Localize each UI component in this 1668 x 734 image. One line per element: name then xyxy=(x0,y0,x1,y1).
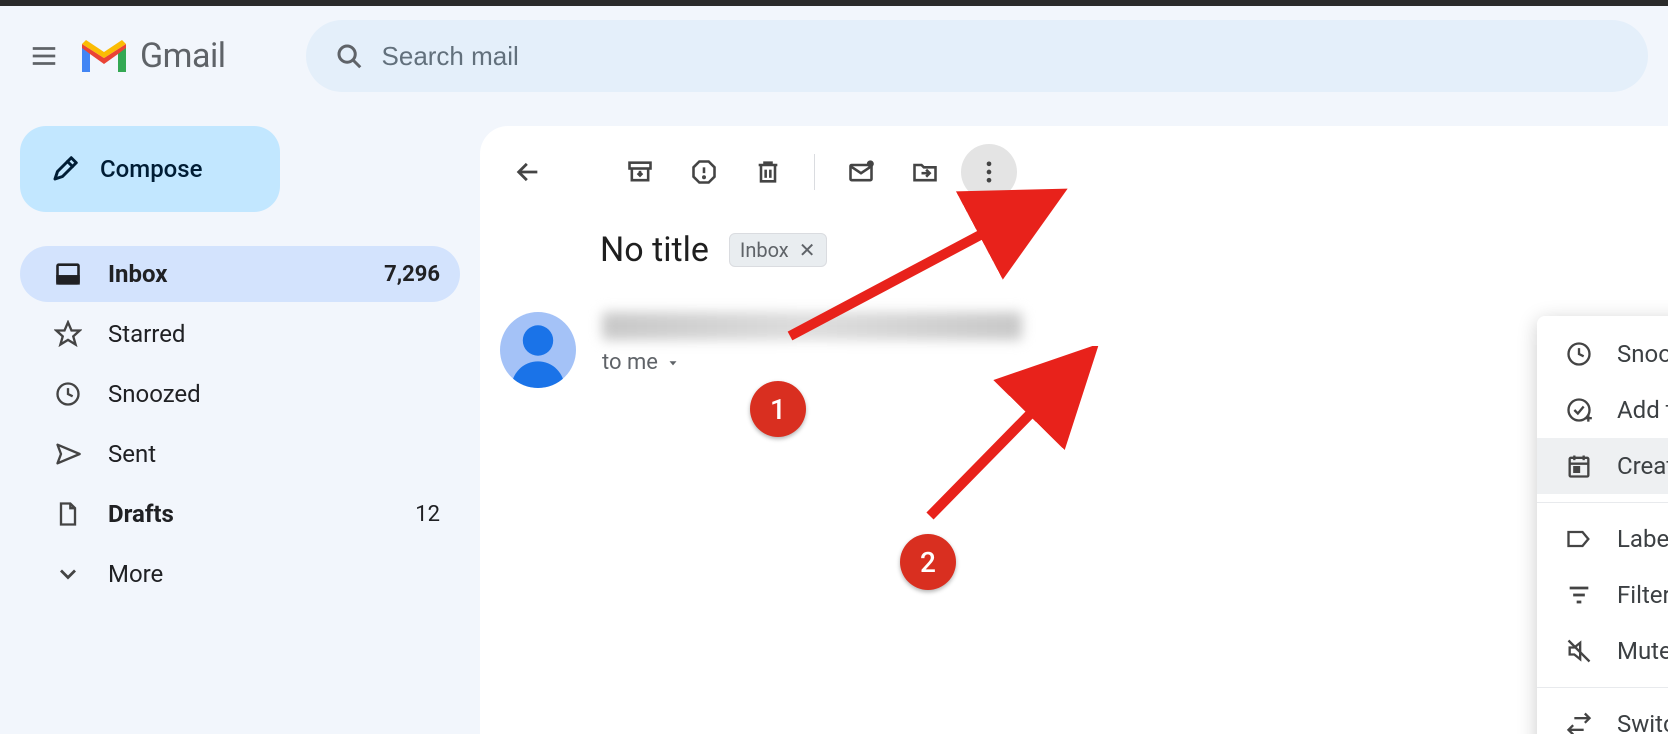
nav-label: Inbox xyxy=(108,260,358,288)
sender-redacted xyxy=(602,312,1022,340)
search-icon xyxy=(334,41,364,71)
nav-label: More xyxy=(108,560,440,588)
menu-item-label-as[interactable]: Label as ▶ xyxy=(1537,511,1668,567)
menu-label: Switch to advanced toolbar xyxy=(1617,710,1668,734)
hamburger-icon xyxy=(29,41,59,71)
nav-count: 12 xyxy=(415,502,440,527)
menu-separator xyxy=(1537,687,1668,688)
menu-item-create-event[interactable]: Create event xyxy=(1537,438,1668,494)
gmail-wordmark: Gmail xyxy=(140,36,226,76)
gmail-logo[interactable]: Gmail xyxy=(78,36,226,76)
menu-item-mute[interactable]: Mute xyxy=(1537,623,1668,679)
nav-label: Sent xyxy=(108,440,440,468)
search-input[interactable] xyxy=(382,41,1620,72)
delete-button[interactable] xyxy=(740,144,796,200)
menu-item-switch-toolbar[interactable]: Switch to advanced toolbar xyxy=(1537,696,1668,734)
sidebar-item-inbox[interactable]: Inbox 7,296 xyxy=(20,246,460,302)
message-header: to me xyxy=(480,282,1668,388)
more-dropdown: Snooze Add to Tasks Create event Label a… xyxy=(1537,316,1668,734)
app-header: Gmail xyxy=(0,6,1668,106)
annotation-badge-2: 2 xyxy=(900,534,956,590)
sidebar: Compose Inbox 7,296 Starred Snoozed Sent xyxy=(0,106,480,734)
recipient-line[interactable]: to me xyxy=(602,350,1548,375)
inbox-icon xyxy=(54,260,82,288)
spam-icon xyxy=(690,158,718,186)
archive-button[interactable] xyxy=(612,144,668,200)
toolbar-separator xyxy=(814,154,815,190)
move-to-button[interactable] xyxy=(897,144,953,200)
trash-icon xyxy=(754,158,782,186)
chevron-down-icon xyxy=(54,560,82,588)
menu-label: Create event xyxy=(1617,452,1668,480)
label-chip[interactable]: Inbox ✕ xyxy=(729,233,827,267)
send-icon xyxy=(54,440,82,468)
sidebar-item-more[interactable]: More xyxy=(20,546,460,602)
nav-label: Drafts xyxy=(108,500,389,528)
menu-label: Mute xyxy=(1617,637,1668,665)
sidebar-item-sent[interactable]: Sent xyxy=(20,426,460,482)
compose-button[interactable]: Compose xyxy=(20,126,280,212)
more-button[interactable] xyxy=(961,144,1017,200)
to-text: to me xyxy=(602,350,658,375)
back-button[interactable] xyxy=(500,144,556,200)
menu-separator xyxy=(1537,502,1668,503)
menu-label: Label as xyxy=(1617,525,1668,553)
gmail-m-icon xyxy=(78,36,130,76)
sidebar-item-starred[interactable]: Starred xyxy=(20,306,460,362)
chip-remove-icon[interactable]: ✕ xyxy=(799,238,816,262)
mail-unread-icon xyxy=(847,158,875,186)
menu-item-snooze[interactable]: Snooze xyxy=(1537,326,1668,382)
mail-toolbar xyxy=(480,126,1668,218)
menu-item-filter[interactable]: Filter messages like these xyxy=(1537,567,1668,623)
email-subject: No title xyxy=(600,230,709,270)
sender-avatar[interactable] xyxy=(500,312,576,388)
nav-count: 7,296 xyxy=(384,262,440,287)
menu-label: Filter messages like these xyxy=(1617,581,1668,609)
swap-icon xyxy=(1565,710,1593,734)
archive-icon xyxy=(626,158,654,186)
main-menu-button[interactable] xyxy=(20,32,68,80)
chip-label: Inbox xyxy=(740,238,789,262)
calendar-event-icon xyxy=(1565,452,1593,480)
mute-icon xyxy=(1565,637,1593,665)
dropdown-caret-icon xyxy=(666,356,680,370)
file-icon xyxy=(54,500,82,528)
compose-label: Compose xyxy=(100,155,203,183)
clock-icon xyxy=(54,380,82,408)
menu-label: Add to Tasks xyxy=(1617,396,1668,424)
nav-label: Snoozed xyxy=(108,380,440,408)
subject-row: No title Inbox ✕ xyxy=(480,218,1668,282)
pencil-icon xyxy=(50,154,80,184)
main-panel: No title Inbox ✕ to me xyxy=(480,126,1668,734)
arrow-left-icon xyxy=(514,158,542,186)
task-add-icon xyxy=(1565,396,1593,424)
sidebar-item-drafts[interactable]: Drafts 12 xyxy=(20,486,460,542)
menu-item-add-to-tasks[interactable]: Add to Tasks xyxy=(1537,382,1668,438)
search-bar[interactable] xyxy=(306,20,1648,92)
folder-move-icon xyxy=(911,158,939,186)
annotation-badge-1: 1 xyxy=(750,381,806,437)
filter-icon xyxy=(1565,581,1593,609)
mark-unread-button[interactable] xyxy=(833,144,889,200)
report-spam-button[interactable] xyxy=(676,144,732,200)
label-icon xyxy=(1565,525,1593,553)
more-vert-icon xyxy=(975,158,1003,186)
star-icon xyxy=(54,320,82,348)
nav-label: Starred xyxy=(108,320,440,348)
menu-label: Snooze xyxy=(1617,340,1668,368)
avatar-icon xyxy=(500,312,576,388)
clock-icon xyxy=(1565,340,1593,368)
sidebar-item-snoozed[interactable]: Snoozed xyxy=(20,366,460,422)
